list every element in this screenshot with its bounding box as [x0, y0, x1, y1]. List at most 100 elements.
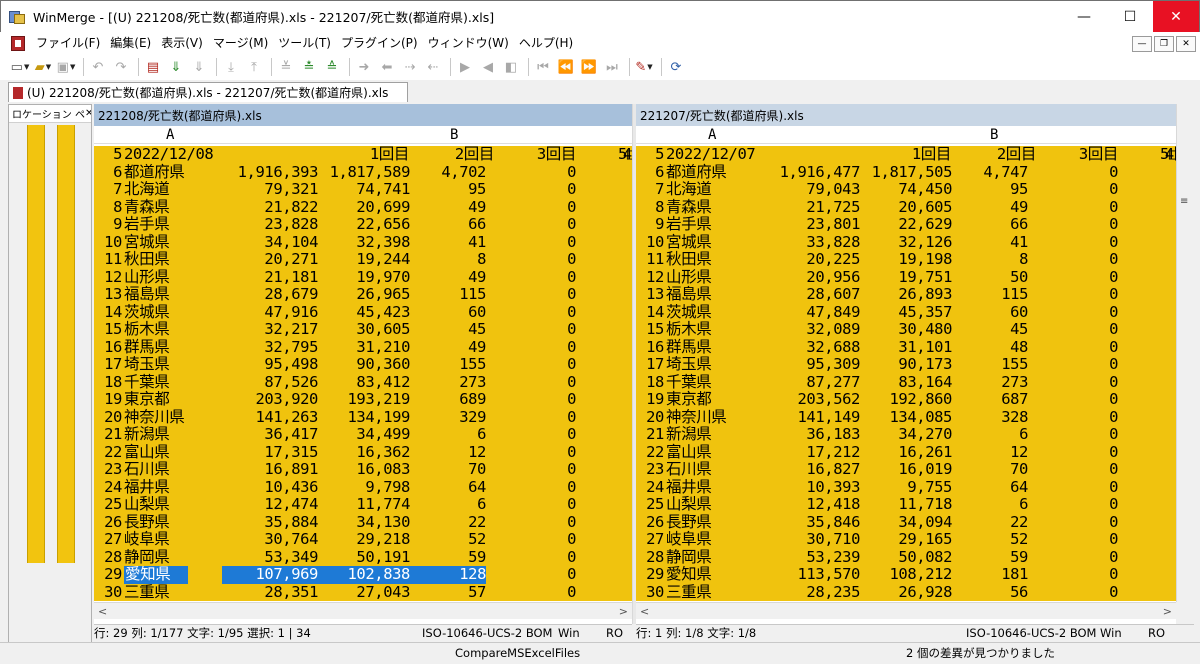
grid-row[interactable]: 18 千葉県 87,526 83,412 273 0 [94, 373, 632, 391]
right-horizontal-scrollbar[interactable]: < > [636, 602, 1176, 619]
options-icon[interactable]: ✎ ▼ [634, 57, 654, 77]
grid-row[interactable]: 16 群馬県 32,688 31,101 48 0 [636, 338, 1176, 356]
close-button[interactable]: ✕ [1153, 1, 1199, 33]
grid-row[interactable]: 19 東京都 203,562 192,860 687 0 [636, 390, 1176, 409]
grid-row[interactable]: 7 北海道 79,043 74,450 95 0 [636, 180, 1176, 199]
scroll-thumb-icon[interactable]: ≡ [1180, 196, 1190, 208]
menu-tools[interactable]: ツール(T) [273, 32, 336, 54]
grid-row[interactable]: 25 山梨県 12,418 11,718 6 0 [636, 495, 1176, 514]
grid-row[interactable]: 23 石川県 16,891 16,083 70 0 [94, 460, 632, 479]
grid-row[interactable]: 25 山梨県 12,474 11,774 6 0 [94, 495, 632, 514]
grid-row[interactable]: 12 山形県 21,181 19,970 49 0 [94, 268, 632, 286]
right-grid[interactable]: 52022/12/071回目2回目3回目4回目5□6都道府県1,916,4771… [636, 145, 1176, 601]
grid-row[interactable]: 15 栃木県 32,217 30,605 45 0 [94, 320, 632, 339]
grid-row[interactable]: 17 埼玉県 95,498 90,360 155 0 [94, 355, 632, 374]
minimize-button[interactable]: — [1061, 1, 1107, 33]
prev-icon[interactable]: ⏪ [556, 57, 576, 77]
last-diff-icon[interactable]: ≙ [322, 57, 342, 77]
grid-row[interactable]: 7 北海道 79,321 74,741 95 0 [94, 180, 632, 199]
grid-row[interactable]: 18 千葉県 87,277 83,164 273 0 [636, 373, 1176, 391]
grid-row[interactable]: 29 愛知県 107,969 102,838 128 0 [94, 565, 632, 584]
grid-row[interactable]: 21 新潟県 36,183 34,270 6 0 [636, 425, 1176, 444]
document-menu-icon[interactable] [11, 35, 25, 51]
grid-row[interactable]: 16 群馬県 32,795 31,210 49 0 [94, 338, 632, 356]
redo-icon[interactable]: ↷ [111, 57, 131, 77]
menu-window[interactable]: ウィンドウ(W) [423, 32, 514, 54]
grid-row[interactable]: 6 都道府県 1,916,477 1,817,505 4,747 0 [636, 163, 1176, 181]
grid-row[interactable]: 52022/12/081回目2回目3回目4回目5□ [94, 145, 632, 164]
grid-row[interactable]: 13 福島県 28,607 26,893 115 0 [636, 285, 1176, 304]
new-icon[interactable]: ▭ ▼ [10, 57, 30, 77]
next-diff-icon[interactable]: ⤒ [244, 57, 264, 77]
grid-row[interactable]: 23 石川県 16,827 16,019 70 0 [636, 460, 1176, 479]
mdi-close-button[interactable]: ✕ [1176, 36, 1196, 52]
menu-plugins[interactable]: プラグイン(P) [336, 32, 423, 54]
grid-row[interactable]: 14 茨城県 47,916 45,423 60 0 [94, 303, 632, 321]
grid-row[interactable]: 52022/12/071回目2回目3回目4回目5□ [636, 145, 1176, 164]
copy-right-advance-icon[interactable]: ⇢ [400, 57, 420, 77]
first-icon[interactable]: ⏮ [533, 57, 553, 77]
grid-row[interactable]: 10 宮城県 34,104 32,398 41 0 [94, 233, 632, 251]
last-icon[interactable]: ⏭ [602, 57, 622, 77]
mdi-restore-button[interactable]: ❐ [1154, 36, 1174, 52]
copy-left-icon[interactable]: ⇓ [189, 57, 209, 77]
grid-row[interactable]: 22 富山県 17,212 16,261 12 0 [636, 443, 1176, 461]
grid-row[interactable]: 27 岐阜県 30,710 29,165 52 0 [636, 530, 1176, 549]
grid-row[interactable]: 8 青森県 21,822 20,699 49 0 [94, 198, 632, 216]
grid-row[interactable]: 19 東京都 203,920 193,219 689 0 [94, 390, 632, 409]
filter-icon[interactable]: ▤ [143, 57, 163, 77]
scroll-left-arrow-icon[interactable]: < [640, 605, 649, 618]
grid-row[interactable]: 22 富山県 17,315 16,362 12 0 [94, 443, 632, 461]
menu-file[interactable]: ファイル(F) [31, 32, 105, 54]
copy-left-advance-icon[interactable]: ⇠ [423, 57, 443, 77]
location-pane-close-button[interactable]: ✕ [85, 108, 91, 119]
menu-edit[interactable]: 編集(E) [105, 32, 156, 54]
next-icon[interactable]: ⏩ [579, 57, 599, 77]
grid-row[interactable]: 13 福島県 28,679 26,965 115 0 [94, 285, 632, 304]
vertical-scrollbar[interactable]: ≡ [1176, 104, 1193, 602]
prev-diff-icon[interactable]: ⤓ [221, 57, 241, 77]
menu-merge[interactable]: マージ(M) [208, 32, 273, 54]
first-diff-icon[interactable]: ≚ [276, 57, 296, 77]
open-icon[interactable]: ▰ ▼ [33, 57, 53, 77]
grid-row[interactable]: 20 神奈川県 141,263 134,199 329 0 [94, 408, 632, 426]
scroll-right-arrow-icon[interactable]: > [1163, 605, 1172, 618]
grid-row[interactable]: 20 神奈川県 141,149 134,085 328 0 [636, 408, 1176, 426]
scroll-left-arrow-icon[interactable]: < [98, 605, 107, 618]
all-left-icon[interactable]: ◀ [478, 57, 498, 77]
grid-row[interactable]: 10 宮城県 33,828 32,126 41 0 [636, 233, 1176, 251]
right-pane[interactable]: 221207/死亡数(都道府県).xls A B 5 2022/12/07 1回目 2… [636, 104, 1176, 624]
grid-row[interactable]: 26 長野県 35,884 34,130 22 0 [94, 513, 632, 531]
scroll-right-arrow-icon[interactable]: > [619, 605, 628, 618]
grid-row[interactable]: 30 三重県 28,235 26,928 56 0 [636, 583, 1176, 601]
grid-row[interactable]: 15 栃木県 32,089 30,480 45 0 [636, 320, 1176, 339]
left-grid[interactable]: 52022/12/081回目2回目3回目4回目5□6都道府県1,916,3931… [94, 145, 632, 601]
document-tab[interactable]: (U) 221208/死亡数(都道府県).xls - 221207/死亡数(都道… [8, 82, 408, 102]
copy-to-left-icon[interactable]: ⬅ [377, 57, 397, 77]
grid-row[interactable]: 11 秋田県 20,225 19,198 8 0 [636, 250, 1176, 269]
grid-row[interactable]: 29 愛知県 113,570 108,212 181 0 [636, 565, 1176, 584]
merge-icon[interactable]: ◧ [501, 57, 521, 77]
left-horizontal-scrollbar[interactable]: < > [94, 602, 632, 619]
grid-row[interactable]: 27 岐阜県 30,764 29,218 52 0 [94, 530, 632, 549]
left-pane[interactable]: 221208/死亡数(都道府県).xls A B 5 2022/12/08 1回目 2… [94, 104, 632, 624]
copy-to-right-icon[interactable]: ➜ [354, 57, 374, 77]
grid-row[interactable]: 17 埼玉県 95,309 90,173 155 0 [636, 355, 1176, 374]
location-bar-left[interactable] [27, 125, 45, 563]
save-icon[interactable]: ▣ ▼ [56, 57, 76, 77]
mdi-minimize-button[interactable]: — [1132, 36, 1152, 52]
grid-row[interactable]: 24 福井県 10,436 9,798 64 0 [94, 478, 632, 496]
grid-row[interactable]: 28 静岡県 53,239 50,082 59 0 [636, 548, 1176, 566]
location-bar-right[interactable] [57, 125, 75, 563]
grid-row[interactable]: 11 秋田県 20,271 19,244 8 0 [94, 250, 632, 269]
all-right-icon[interactable]: ▶ [455, 57, 475, 77]
current-diff-icon[interactable]: ≛ [299, 57, 319, 77]
grid-row[interactable]: 12 山形県 20,956 19,751 50 0 [636, 268, 1176, 286]
grid-row[interactable]: 14 茨城県 47,849 45,357 60 0 [636, 303, 1176, 321]
menu-help[interactable]: ヘルプ(H) [514, 32, 578, 54]
undo-icon[interactable]: ↶ [88, 57, 108, 77]
grid-row[interactable]: 30 三重県 28,351 27,043 57 0 [94, 583, 632, 601]
grid-row[interactable]: 24 福井県 10,393 9,755 64 0 [636, 478, 1176, 496]
copy-right-icon[interactable]: ⇓ [166, 57, 186, 77]
grid-row[interactable]: 28 静岡県 53,349 50,191 59 0 [94, 548, 632, 566]
